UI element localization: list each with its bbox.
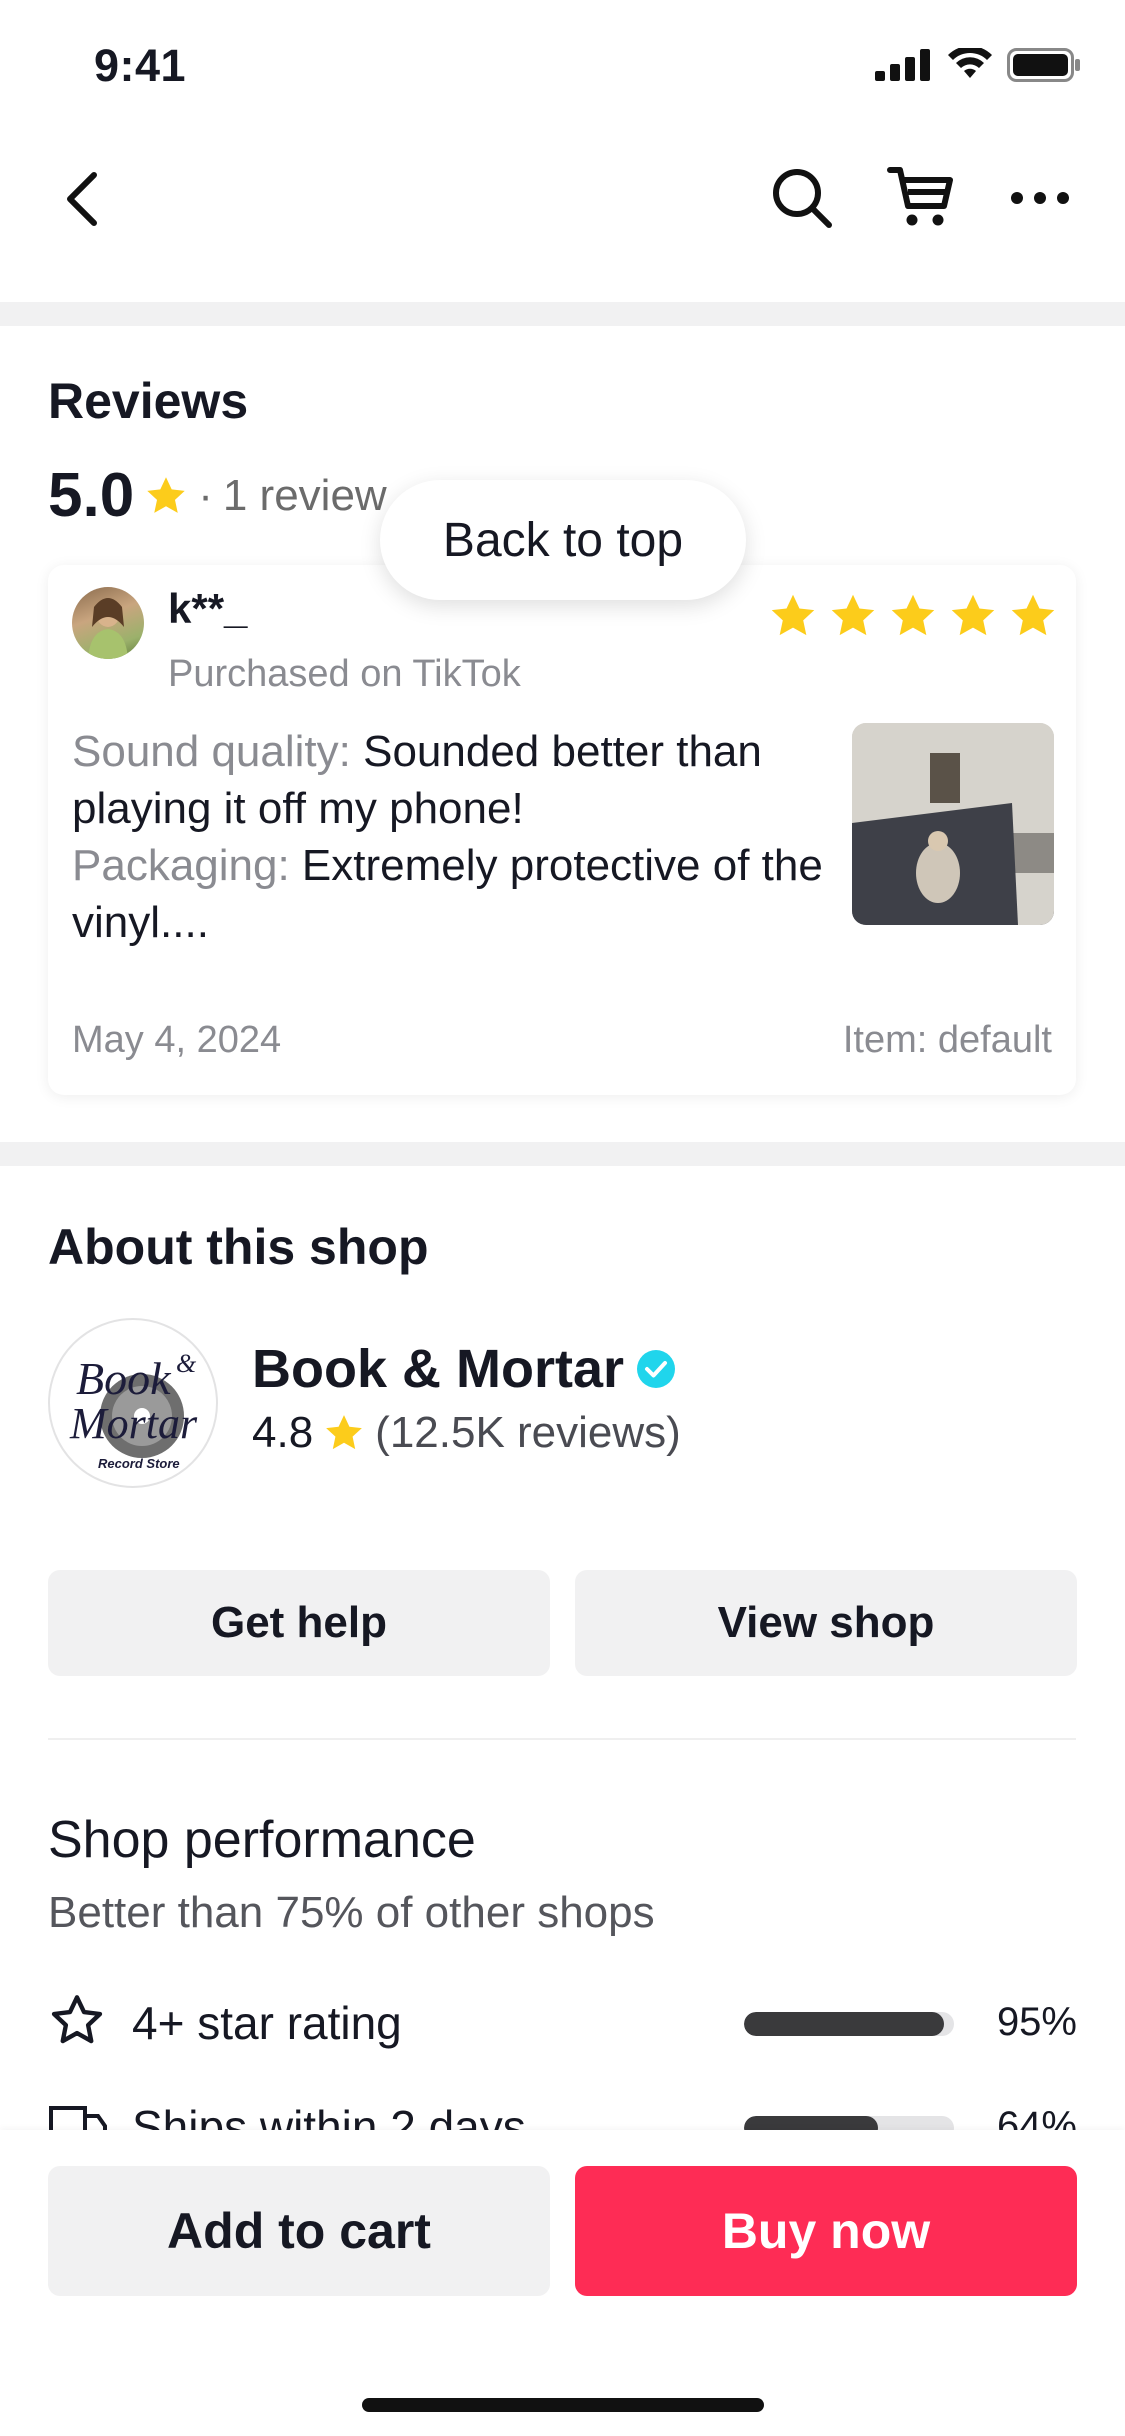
star-icon: [831, 594, 875, 636]
shop-performance-title: Shop performance: [48, 1811, 476, 1869]
home-indicator[interactable]: [362, 2398, 764, 2412]
status-time: 9:41: [94, 40, 187, 91]
section-divider: [0, 1142, 1125, 1166]
shop-name-row[interactable]: Book & Mortar: [252, 1338, 676, 1400]
status-icons: [875, 48, 1081, 82]
review-body: Sound quality: Sounded better than playi…: [72, 723, 872, 951]
shop-performance-subtitle: Better than 75% of other shops: [48, 1888, 655, 1937]
metric-label: 4+ star rating: [132, 1997, 402, 2049]
search-button[interactable]: [766, 162, 838, 234]
shop-name[interactable]: Book & Mortar: [252, 1338, 624, 1400]
logo-text-record-store: Record Store: [98, 1456, 180, 1471]
search-icon: [773, 169, 832, 228]
about-shop-title: About this shop: [48, 1219, 429, 1275]
reviewer-avatar: [72, 587, 144, 659]
review-photo[interactable]: [852, 723, 1054, 925]
more-icon: [1011, 192, 1069, 204]
cart-icon: [887, 167, 953, 226]
star-icon: [951, 594, 995, 636]
shop-review-count: (12.5K reviews): [375, 1408, 681, 1457]
review-label-packaging: Packaging:: [72, 841, 290, 890]
review-stars: [768, 591, 1058, 641]
divider-line: [48, 1738, 1076, 1740]
metric-percent: 95%: [996, 2000, 1077, 2044]
back-to-top-button[interactable]: Back to top: [380, 480, 746, 600]
reviews-title: Reviews: [48, 373, 249, 429]
star-icon: [147, 476, 185, 513]
chevron-left-icon: [67, 172, 97, 226]
view-shop-button[interactable]: View shop: [575, 1570, 1077, 1676]
section-divider: [0, 302, 1125, 326]
star-icon: [326, 1415, 363, 1450]
logo-text-mortar: Mortar: [69, 1399, 198, 1448]
logo-text-book: Book: [76, 1353, 172, 1404]
star-outline-icon: [48, 1992, 106, 2055]
buy-now-button[interactable]: Buy now: [575, 2166, 1077, 2296]
reviewer-name: k**_: [168, 585, 248, 632]
review-item-variant: Item: default: [842, 1019, 1052, 1061]
shop-rating: 4.8 (12.5K reviews): [252, 1408, 681, 1458]
shop-rating-value: 4.8: [252, 1408, 314, 1457]
get-help-button[interactable]: Get help: [48, 1570, 550, 1676]
bottom-action-bar: Add to cart Buy now: [0, 2130, 1125, 2436]
review-date: May 4, 2024: [72, 1019, 282, 1061]
wifi-icon: [948, 48, 992, 78]
shop-logo[interactable]: Book & Mortar Record Store: [48, 1318, 218, 1488]
verified-badge-icon: [637, 1350, 676, 1388]
reviews-summary: 5.0 · 1 review: [48, 460, 387, 531]
metric-bar: [744, 2012, 954, 2036]
review-count[interactable]: 1 review: [223, 471, 387, 521]
battery-icon: [1007, 48, 1080, 82]
review-card[interactable]: k**_ Purchased on TikTok Sound quality: …: [48, 565, 1076, 1095]
review-photo-image: [852, 723, 1054, 925]
star-icon: [891, 594, 935, 636]
purchase-source: Purchased on TikTok: [168, 653, 521, 695]
signal-icon: [875, 49, 930, 81]
metric-bar-fill: [744, 2012, 944, 2036]
overall-rating: 5.0: [48, 461, 135, 530]
star-icon: [1011, 594, 1055, 636]
back-button[interactable]: [56, 166, 108, 232]
logo-text-amp: &: [176, 1349, 197, 1378]
cart-button[interactable]: [884, 160, 958, 234]
rating-separator: ·: [198, 470, 213, 520]
add-to-cart-button[interactable]: Add to cart: [48, 2166, 550, 2296]
review-label-sound: Sound quality:: [72, 727, 351, 776]
more-button[interactable]: [1008, 176, 1072, 220]
star-icon: [771, 594, 815, 636]
avatar-image: [88, 598, 128, 659]
shop-logo-image: Book & Mortar Record Store: [69, 1349, 198, 1471]
